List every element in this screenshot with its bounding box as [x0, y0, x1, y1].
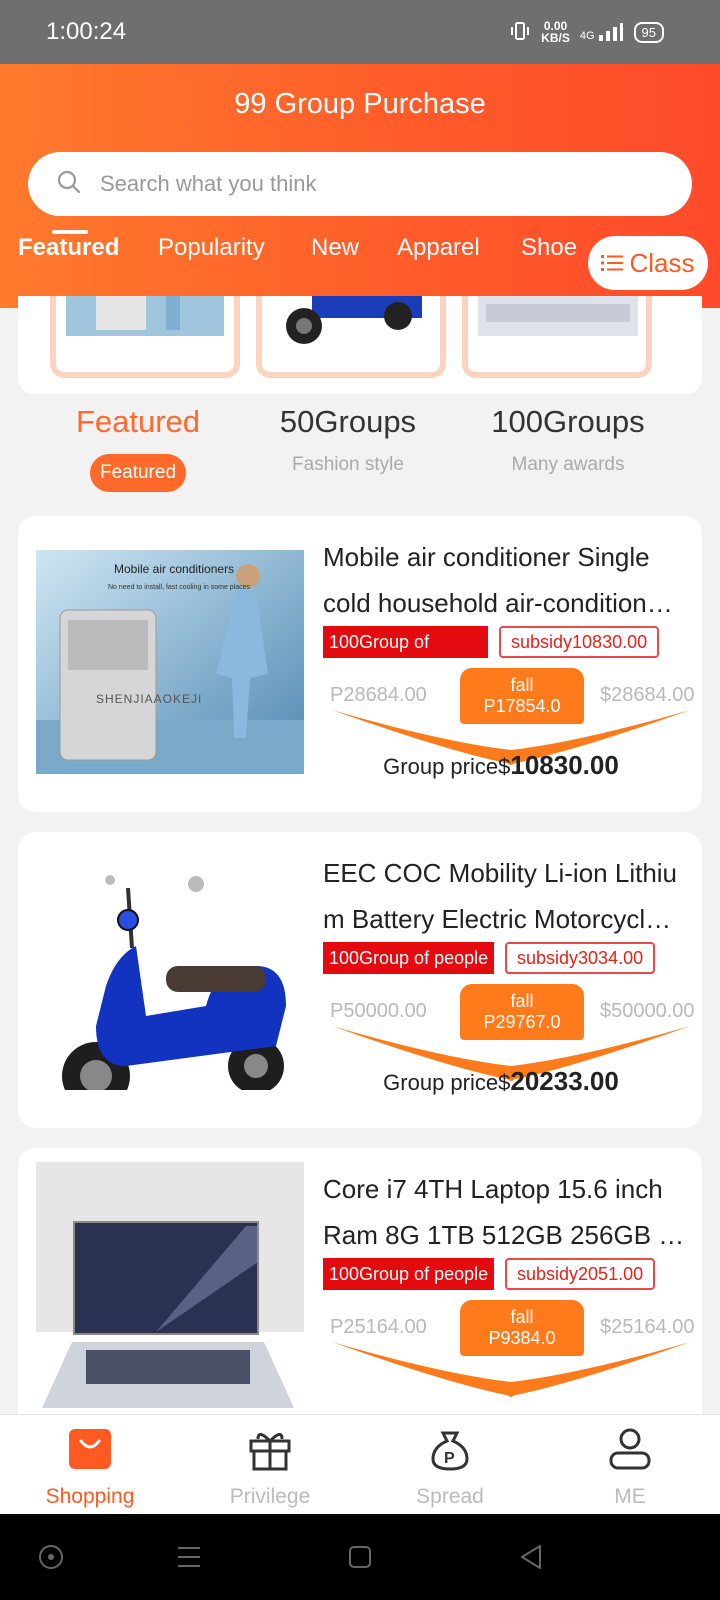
list-icon — [601, 248, 624, 279]
class-button[interactable]: Class — [588, 236, 708, 290]
product-title: Core i7 4TH Laptop 15.6 inch Ram 8G 1TB … — [323, 1174, 685, 1250]
menu-button-icon[interactable] — [176, 1545, 202, 1574]
group-price: Group price$10830.00 — [383, 750, 619, 780]
product-title: Mobile air conditioner Single cold house… — [323, 542, 685, 618]
status-bar: 1:00:24 0.00 KB/S 4G 95 — [0, 0, 720, 64]
product-image — [36, 1162, 304, 1422]
tab-new[interactable]: New — [311, 234, 359, 262]
shopping-bag-icon — [67, 1429, 113, 1476]
group-50[interactable]: 50Groups Fashion style — [243, 404, 453, 476]
assistant-button-icon[interactable] — [38, 1544, 64, 1575]
active-tab-indicator — [52, 230, 88, 234]
tab-featured[interactable]: Featured — [18, 234, 119, 262]
carousel-item[interactable] — [462, 296, 652, 378]
system-nav-bar — [0, 1514, 720, 1600]
bottom-nav: Shopping Privilege P Spread ME — [0, 1414, 720, 1514]
battery-icon: 95 — [633, 21, 664, 43]
carousel-item[interactable] — [256, 296, 446, 378]
signal-icon: 4G — [580, 22, 624, 42]
subsidy-tag: subsidy3034.00 — [505, 942, 656, 974]
gift-icon — [247, 1433, 293, 1476]
fall-badge: fall P17854.0 — [460, 668, 584, 724]
nav-privilege[interactable]: Privilege — [180, 1427, 360, 1509]
fall-badge: fall P29767.0 — [460, 984, 584, 1040]
product-card[interactable]: EEC COC Mobility Li-ion Lithiu m Battery… — [18, 832, 702, 1128]
group-100[interactable]: 100Groups Many awards — [463, 404, 673, 476]
group-badge: 100Group of people — [323, 942, 495, 974]
nav-me[interactable]: ME — [540, 1427, 720, 1509]
subsidy-tag: subsidy10830.00 — [499, 626, 660, 658]
status-icons: 0.00 KB/S 4G 95 — [509, 20, 664, 45]
tab-shoe[interactable]: Shoe — [521, 234, 577, 262]
money-bag-icon: P — [427, 1431, 473, 1476]
product-card[interactable]: Core i7 4TH Laptop 15.6 inch Ram 8G 1TB … — [18, 1148, 702, 1444]
subsidy-tag: subsidy2051.00 — [505, 1258, 656, 1290]
home-button-icon[interactable] — [348, 1545, 372, 1574]
back-button-icon[interactable] — [518, 1544, 544, 1575]
group-badge: 100Group of people — [323, 1258, 495, 1290]
product-title: EEC COC Mobility Li-ion Lithiu m Battery… — [323, 858, 685, 934]
svg-text:P: P — [444, 1450, 455, 1467]
category-tabs: Featured Popularity New Apparel Shoe — [0, 170, 720, 261]
status-time: 1:00:24 — [46, 18, 127, 45]
tab-apparel[interactable]: Apparel — [397, 234, 480, 262]
nav-shopping[interactable]: Shopping — [0, 1427, 180, 1509]
fall-badge: fall P9384.0 — [460, 1300, 584, 1356]
tab-popularity[interactable]: Popularity — [158, 234, 265, 262]
group-featured[interactable]: Featured Featured — [33, 404, 243, 492]
group-price: Group price$20233.00 — [383, 1066, 619, 1096]
vibrate-icon — [509, 20, 531, 45]
product-image — [36, 866, 304, 1090]
featured-carousel — [18, 296, 702, 394]
product-card[interactable]: Mobile air conditioners No need to insta… — [18, 516, 702, 812]
carousel-item[interactable] — [50, 296, 240, 378]
product-image: Mobile air conditioners No need to insta… — [36, 550, 304, 774]
network-speed: 0.00 KB/S — [541, 19, 570, 45]
nav-spread[interactable]: P Spread — [360, 1427, 540, 1509]
person-icon — [607, 1428, 653, 1476]
page-title: 99 Group Purchase — [234, 88, 486, 120]
group-badge: 100Group of — [323, 626, 488, 658]
group-filter: Featured Featured 50Groups Fashion style… — [0, 404, 720, 514]
